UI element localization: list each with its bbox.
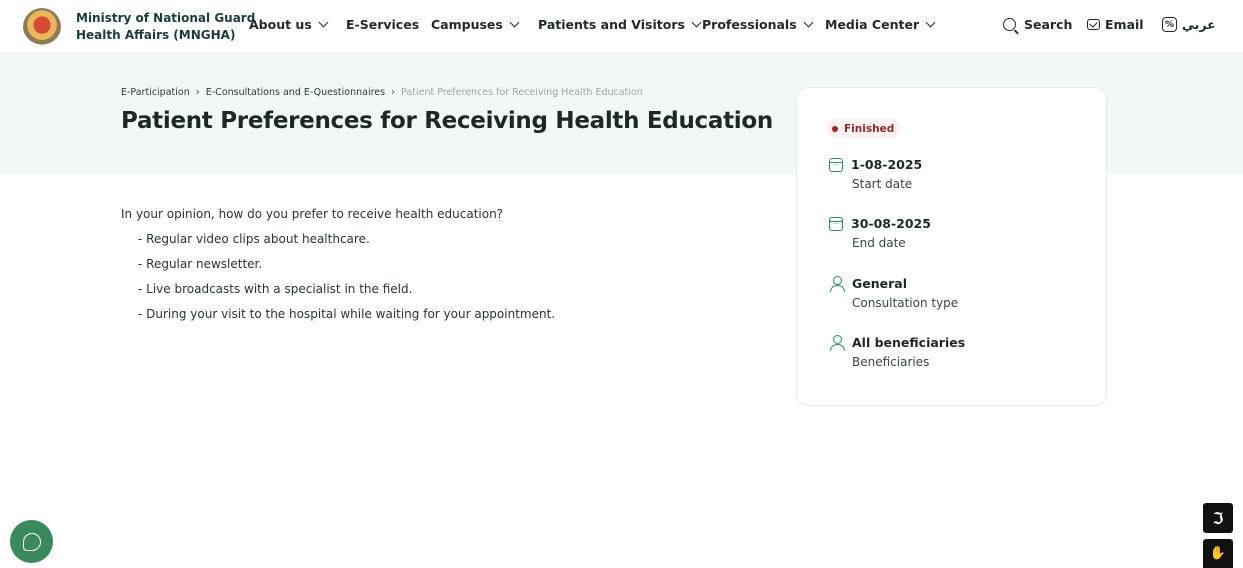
sign-language-button[interactable]: ✋ [1203, 539, 1233, 568]
page-title: Patient Preferences for Receiving Health… [121, 108, 773, 134]
list-item: - During your visit to the hospital whil… [138, 307, 556, 321]
calendar-icon [829, 157, 843, 172]
sign-language-icon: ✋ [1209, 546, 1227, 561]
breadcrumb-current: Patient Preferences for Receiving Health… [401, 87, 643, 98]
consultation-type-value: General [852, 276, 907, 291]
status-dot-icon [832, 125, 838, 132]
end-date-label: End date [852, 236, 906, 250]
nav-professionals[interactable]: Professionals [702, 17, 825, 32]
search-button[interactable]: Search [1003, 17, 1072, 32]
chevron-down-icon [691, 17, 702, 28]
hearing-accessibility-icon: ℑ [1212, 508, 1224, 528]
breadcrumb-separator-icon: › [195, 87, 200, 98]
search-icon [1003, 18, 1016, 31]
user-icon [829, 276, 845, 292]
search-label: Search [1024, 17, 1073, 32]
status-badge: Finished [827, 119, 901, 138]
org-name[interactable]: Ministry of National Guard Health Affair… [76, 10, 255, 44]
beneficiaries-info: All beneficiaries Beneficiaries [829, 335, 965, 369]
list-item: - Live broadcasts with a specialist in t… [138, 282, 413, 296]
chevron-down-icon [803, 17, 814, 28]
chat-icon [22, 532, 41, 551]
list-item: - Regular video clips about healthcare. [138, 232, 370, 246]
breadcrumb-item-e-participation[interactable]: E-Participation [121, 87, 190, 98]
nav-label: E-Services [346, 17, 420, 32]
translate-icon: % [1162, 17, 1177, 32]
nav-campuses[interactable]: Campuses [431, 17, 538, 32]
nav-patients-and-visitors[interactable]: Patients and Visitors [538, 17, 702, 32]
breadcrumb-separator-icon: › [391, 87, 396, 98]
start-date-value: 1-08-2025 [851, 157, 923, 172]
hearing-accessibility-button[interactable]: ℑ [1203, 503, 1233, 533]
chat-button[interactable] [10, 520, 53, 563]
consultation-type-label: Consultation type [852, 296, 959, 310]
nav-label: Media Center [825, 17, 920, 32]
list-item: - Regular newsletter. [138, 257, 263, 271]
nav-label: Patients and Visitors [538, 17, 685, 32]
breadcrumb: E-Participation › E-Consultations and E-… [121, 87, 643, 98]
nav-about-us[interactable]: About us [249, 17, 346, 32]
nav-e-services[interactable]: E-Services [346, 17, 431, 32]
start-date-info: 1-08-2025 Start date [829, 157, 922, 191]
nav-label: Professionals [702, 17, 797, 32]
chevron-down-icon [509, 17, 520, 28]
breadcrumb-item-e-consultations[interactable]: E-Consultations and E-Questionnaires [206, 87, 385, 98]
nav-label: Campuses [431, 17, 503, 32]
nav-label: About us [249, 17, 312, 32]
end-date-value: 30-08-2025 [851, 216, 931, 231]
user-icon [829, 335, 845, 351]
site-header: Ministry of National Guard Health Affair… [0, 0, 1243, 54]
email-label: Email [1105, 17, 1144, 32]
start-date-label: Start date [852, 177, 913, 191]
answer-options-list: - Regular video clips about healthcare. … [138, 232, 555, 332]
main-nav: About us E-Services Campuses Patients an… [249, 17, 936, 32]
beneficiaries-label: Beneficiaries [852, 355, 930, 369]
email-icon [1087, 19, 1100, 30]
chevron-down-icon [925, 17, 936, 28]
email-button[interactable]: Email [1087, 17, 1144, 32]
consultation-question: In your opinion, how do you prefer to re… [121, 207, 504, 221]
nav-media-center[interactable]: Media Center [825, 17, 936, 32]
status-label: Finished [844, 122, 895, 135]
language-label: عربي [1182, 17, 1216, 32]
language-switch[interactable]: % عربي [1162, 17, 1216, 32]
chevron-down-icon [318, 17, 329, 28]
calendar-icon [829, 216, 843, 231]
org-name-line2: Health Affairs (MNGHA) [76, 28, 236, 42]
org-name-line1: Ministry of National Guard [76, 11, 256, 25]
mngha-logo-icon[interactable] [23, 8, 61, 46]
consultation-info-card: Finished 1-08-2025 Start date 30-08-2025… [796, 87, 1107, 406]
end-date-info: 30-08-2025 End date [829, 216, 931, 250]
beneficiaries-value: All beneficiaries [852, 335, 966, 350]
consultation-type-info: General Consultation type [829, 276, 958, 310]
